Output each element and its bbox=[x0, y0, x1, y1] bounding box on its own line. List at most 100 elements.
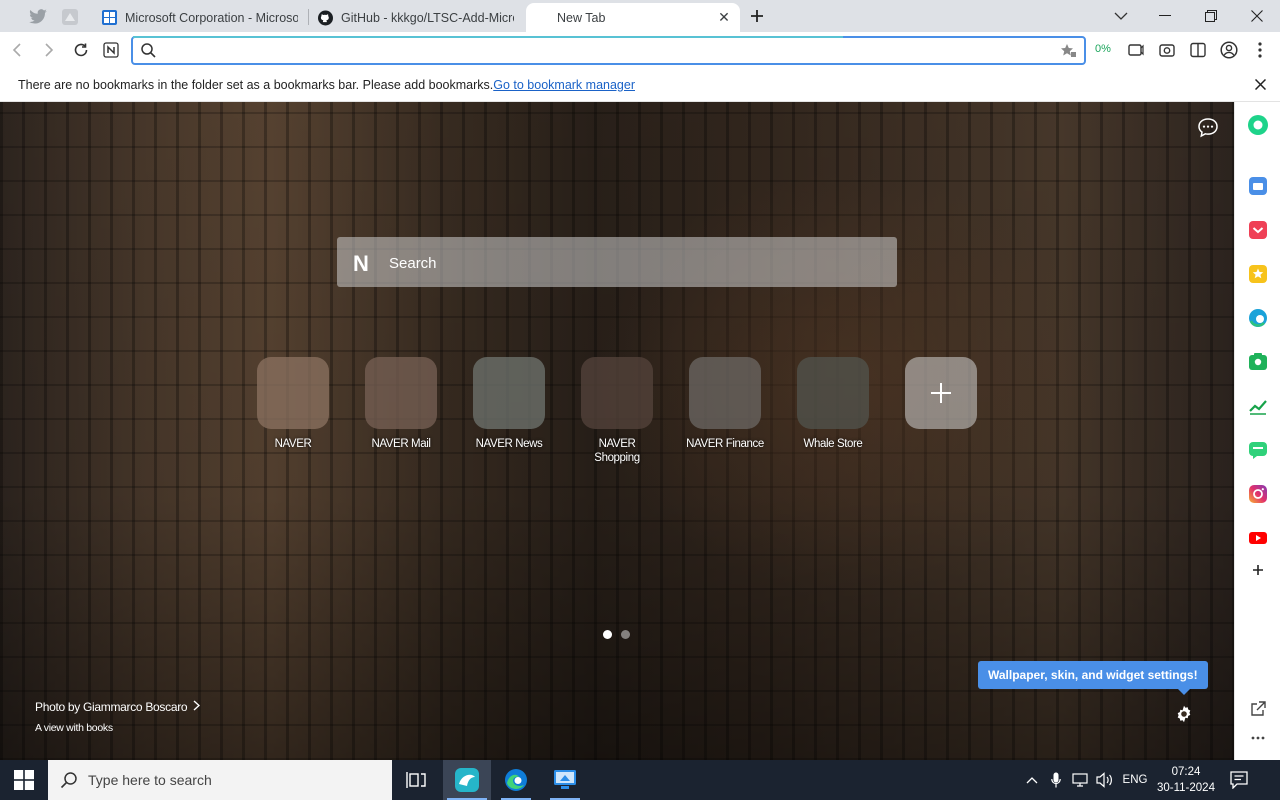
tab-microsoft[interactable]: Microsoft Corporation - Microsoft bbox=[94, 3, 306, 32]
sidebar-add-button[interactable] bbox=[1247, 559, 1269, 581]
show-hidden-icons-button[interactable] bbox=[1022, 760, 1042, 800]
shortcut-naver-finance[interactable]: NAVER Finance bbox=[680, 357, 770, 451]
youtube-icon bbox=[1249, 532, 1267, 544]
page-load-progress bbox=[133, 36, 843, 38]
tab-search-button[interactable] bbox=[1098, 0, 1144, 32]
tab-title: New Tab bbox=[557, 10, 606, 25]
twitter-bird-icon bbox=[29, 9, 47, 24]
bookmark-star-icon[interactable] bbox=[1060, 43, 1077, 58]
photo-credit-text: Photo by Giammarco Boscaro bbox=[35, 700, 188, 714]
windows-logo-icon bbox=[14, 770, 34, 790]
start-button[interactable] bbox=[0, 760, 48, 800]
input-language-button[interactable]: ENG bbox=[1120, 760, 1150, 800]
shortcut-naver-mail[interactable]: NAVER Mail bbox=[356, 357, 446, 451]
stock-chart-icon bbox=[1249, 400, 1267, 415]
add-shortcut-tile bbox=[905, 357, 977, 429]
bookmark-manager-link[interactable]: Go to bookmark manager bbox=[493, 78, 635, 92]
sidebar-item-calendar[interactable] bbox=[1247, 175, 1269, 197]
naver-home-button[interactable] bbox=[98, 37, 124, 63]
bookmarks-bar-message: There are no bookmarks in the folder set… bbox=[18, 78, 635, 92]
page-dot-1[interactable] bbox=[603, 630, 612, 639]
sidebar-item-favorites[interactable] bbox=[1247, 263, 1269, 285]
sidebar-item-youtube[interactable] bbox=[1247, 527, 1269, 549]
shortcut-icon bbox=[689, 357, 761, 429]
microphone-button[interactable] bbox=[1046, 760, 1066, 800]
taskbar-search-box[interactable]: Type here to search bbox=[48, 760, 392, 800]
shortcut-label: NAVER Mail bbox=[371, 438, 431, 450]
forward-button[interactable] bbox=[36, 37, 62, 63]
sidebar-item-edge-translate[interactable] bbox=[1247, 307, 1269, 329]
bookmarks-bar-close-button[interactable] bbox=[1250, 74, 1270, 94]
sidebar-item-talk[interactable] bbox=[1247, 439, 1269, 461]
taskbar-clock[interactable]: 07:24 30-11-2024 bbox=[1152, 764, 1220, 796]
shortcut-naver-shopping[interactable]: NAVER Shopping bbox=[572, 357, 662, 465]
naver-widget-icon bbox=[1249, 353, 1267, 370]
page-dot-2[interactable] bbox=[621, 630, 630, 639]
clock-time: 07:24 bbox=[1171, 766, 1201, 778]
screen-capture-button[interactable] bbox=[1123, 37, 1149, 63]
taskbar-app-edge[interactable] bbox=[492, 760, 540, 800]
chevron-right-icon bbox=[193, 700, 201, 714]
more-vertical-icon bbox=[1258, 42, 1262, 58]
restore-icon bbox=[1205, 10, 1217, 22]
profile-icon bbox=[1220, 41, 1238, 59]
plus-icon bbox=[751, 10, 763, 22]
favorites-star-icon bbox=[1249, 265, 1267, 283]
shortcut-whale-store[interactable]: Whale Store bbox=[788, 357, 878, 451]
reload-button[interactable] bbox=[68, 37, 94, 63]
sidebar-item-whale-space[interactable] bbox=[1247, 114, 1269, 136]
plus-icon bbox=[931, 383, 951, 403]
taskbar-app-whale[interactable] bbox=[443, 760, 491, 800]
sidebar-item-stock-chart[interactable] bbox=[1247, 395, 1269, 417]
minimize-button[interactable] bbox=[1142, 0, 1188, 32]
pinned-tab-2[interactable] bbox=[52, 4, 88, 30]
shortcut-label: Whale Store bbox=[803, 438, 863, 450]
chat-button[interactable] bbox=[1196, 116, 1220, 140]
pinned-tab-twitter[interactable] bbox=[20, 4, 56, 30]
tab-new-tab[interactable]: New Tab ✕ bbox=[526, 3, 740, 32]
vpn-percent[interactable]: 0% bbox=[1095, 43, 1111, 55]
shortcut-naver-news[interactable]: NAVER News bbox=[464, 357, 554, 451]
shortcut-label: NAVER Finance bbox=[686, 438, 764, 450]
shortcut-icon bbox=[473, 357, 545, 429]
instagram-icon bbox=[1249, 485, 1267, 503]
task-view-button[interactable] bbox=[392, 760, 440, 800]
address-input[interactable] bbox=[161, 41, 1041, 61]
tab-close-icon[interactable]: ✕ bbox=[716, 9, 732, 26]
camera-button[interactable] bbox=[1154, 37, 1180, 63]
menu-button[interactable] bbox=[1247, 37, 1273, 63]
microsoft-store-icon bbox=[102, 10, 117, 25]
restore-button[interactable] bbox=[1188, 0, 1234, 32]
add-shortcut-button[interactable] bbox=[896, 357, 986, 429]
shortcut-icon bbox=[257, 357, 329, 429]
shortcut-label: NAVER News bbox=[475, 438, 543, 450]
address-bar[interactable] bbox=[131, 36, 1086, 65]
newtab-search-box[interactable]: N Search bbox=[337, 237, 897, 287]
calendar-icon bbox=[1249, 177, 1267, 195]
shortcut-naver[interactable]: NAVER bbox=[248, 357, 338, 451]
sidebar-item-pocket[interactable] bbox=[1247, 219, 1269, 241]
split-view-button[interactable] bbox=[1185, 37, 1211, 63]
photo-credit[interactable]: Photo by Giammarco Boscaro A view with b… bbox=[35, 700, 201, 734]
sidebar-item-naver-widget[interactable] bbox=[1247, 351, 1269, 373]
network-button[interactable] bbox=[1070, 760, 1092, 800]
tab-github[interactable]: GitHub - kkkgo/LTSC-Add-Microsoft bbox=[310, 3, 522, 32]
sidebar-item-instagram[interactable] bbox=[1247, 483, 1269, 505]
sidebar bbox=[1234, 102, 1280, 760]
back-button[interactable] bbox=[4, 37, 30, 63]
toolbar: 0% bbox=[0, 32, 1280, 68]
close-window-button[interactable] bbox=[1234, 0, 1280, 32]
tab-strip: Microsoft Corporation - Microsoft GitHub… bbox=[0, 0, 1280, 32]
tooltip-arrow bbox=[1178, 689, 1190, 695]
sidebar-open-external-button[interactable] bbox=[1247, 698, 1269, 720]
sidebar-more-button[interactable] bbox=[1247, 727, 1269, 749]
volume-button[interactable] bbox=[1094, 760, 1116, 800]
profile-button[interactable] bbox=[1216, 37, 1242, 63]
new-tab-button[interactable] bbox=[746, 5, 768, 27]
close-icon bbox=[1251, 10, 1263, 22]
notifications-button[interactable] bbox=[1226, 760, 1252, 800]
taskbar-app-remote[interactable] bbox=[541, 760, 589, 800]
plus-icon bbox=[1253, 565, 1263, 575]
bookmarks-bar: There are no bookmarks in the folder set… bbox=[0, 68, 1280, 102]
wallpaper-settings-button[interactable] bbox=[1173, 703, 1195, 725]
